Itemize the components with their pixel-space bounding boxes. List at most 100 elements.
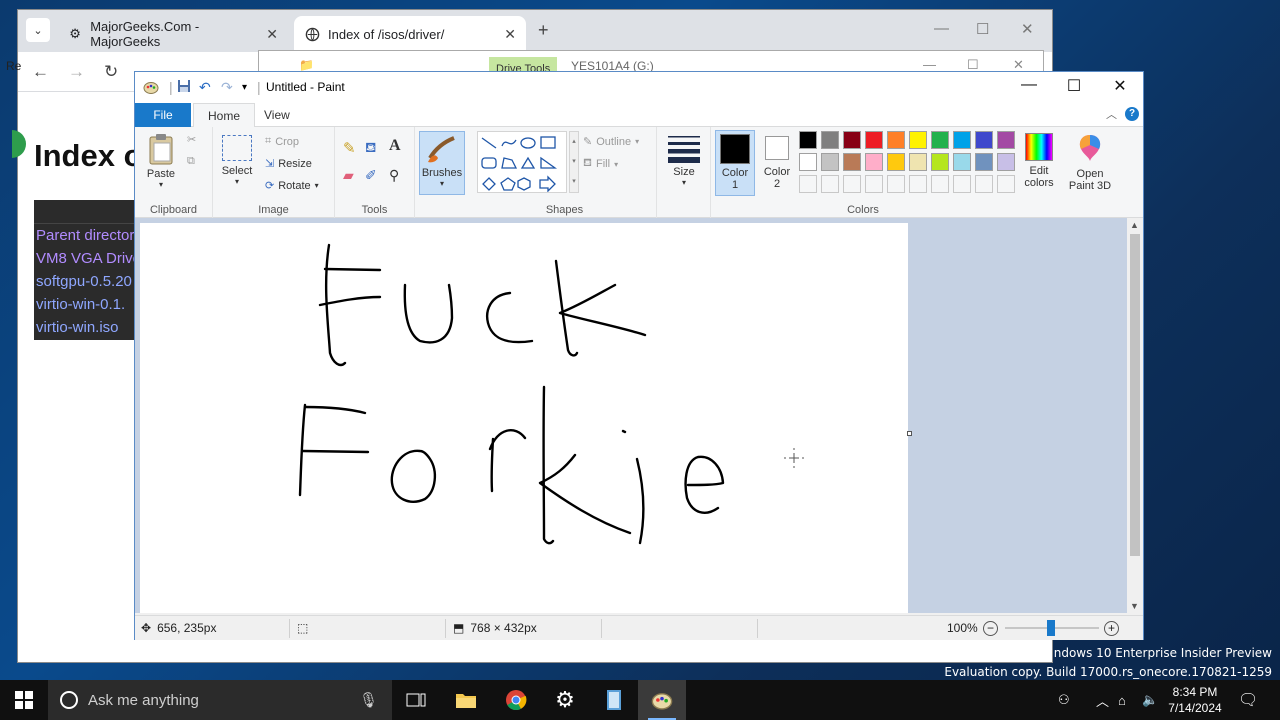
tab-search-chevron-icon[interactable]: ⌄ xyxy=(26,18,50,42)
palette-custom-slot[interactable] xyxy=(953,175,971,193)
collapse-ribbon-icon[interactable]: ︿ xyxy=(1106,106,1117,122)
tab-close-icon[interactable]: ✕ xyxy=(504,26,516,43)
new-tab-button[interactable]: + xyxy=(538,20,549,41)
network-icon[interactable]: ⌂ xyxy=(1118,680,1126,720)
shapes-gallery[interactable] xyxy=(477,131,567,193)
canvas-resize-handle[interactable] xyxy=(907,431,912,436)
tab-close-icon[interactable]: ✕ xyxy=(266,26,278,43)
palette-color-swatch[interactable] xyxy=(865,153,883,171)
palette-color-swatch[interactable] xyxy=(887,153,905,171)
start-button[interactable] xyxy=(0,680,48,720)
palette-color-swatch[interactable] xyxy=(843,153,861,171)
settings-taskbar-button[interactable]: ⚙ xyxy=(541,680,589,720)
listing-link[interactable]: Parent directory/ xyxy=(34,224,144,247)
customize-quick-access-icon[interactable]: ▾ xyxy=(242,82,247,93)
palette-color-swatch[interactable] xyxy=(821,131,839,149)
palette-custom-slot[interactable] xyxy=(843,175,861,193)
palette-color-swatch[interactable] xyxy=(909,153,927,171)
volume-muted-icon[interactable]: 🔈 xyxy=(1142,680,1158,720)
browser-maximize-icon[interactable]: ☐ xyxy=(976,20,989,38)
palette-color-swatch[interactable] xyxy=(887,131,905,149)
browser-minimize-icon[interactable]: — xyxy=(934,20,949,37)
shapes-scroll-icon[interactable]: ▴ ▾ ▾ xyxy=(569,131,579,193)
palette-custom-slot[interactable] xyxy=(909,175,927,193)
chrome-taskbar-button[interactable] xyxy=(492,680,540,720)
palette-custom-slot[interactable] xyxy=(887,175,905,193)
palette-color-swatch[interactable] xyxy=(909,131,927,149)
palette-color-swatch[interactable] xyxy=(931,131,949,149)
palette-color-swatch[interactable] xyxy=(953,131,971,149)
rotate-button[interactable]: ⟳ Rotate ▾ xyxy=(265,179,319,193)
listing-link[interactable]: virtio-win.iso xyxy=(34,316,144,339)
outline-button[interactable]: ✎ Outline ▾ xyxy=(583,135,639,149)
listing-link[interactable]: virtio-win-0.1. xyxy=(34,293,144,316)
action-center-icon[interactable]: 🗨 xyxy=(1238,680,1258,720)
fill-bucket-icon[interactable]: ⛾ xyxy=(365,139,376,158)
listing-link[interactable]: VM8 VGA Driver xyxy=(34,247,144,270)
palette-custom-slot[interactable] xyxy=(931,175,949,193)
browser-tab-majorgeeks[interactable]: ⚙ MajorGeeks.Com - MajorGeeks ✕ xyxy=(58,16,288,52)
size-button[interactable]: Size ▾ xyxy=(663,133,705,187)
pencil-icon[interactable]: ✎ xyxy=(343,139,356,157)
palette-custom-slot[interactable] xyxy=(799,175,817,193)
resize-button[interactable]: ⇲ Resize xyxy=(265,157,312,171)
palette-color-swatch[interactable] xyxy=(865,131,883,149)
crop-button[interactable]: ⌗ Crop xyxy=(265,135,299,148)
browser-close-icon[interactable]: ✕ xyxy=(1021,20,1034,38)
microphone-icon[interactable]: 🎙 xyxy=(359,691,378,709)
color1-button[interactable]: Color 1 xyxy=(715,130,755,196)
select-dropdown-icon[interactable]: ▾ xyxy=(219,177,255,186)
undo-icon[interactable]: ↶ xyxy=(199,79,211,96)
palette-custom-slot[interactable] xyxy=(865,175,883,193)
save-icon[interactable] xyxy=(177,79,191,96)
palette-color-swatch[interactable] xyxy=(975,131,993,149)
palette-color-swatch[interactable] xyxy=(821,153,839,171)
help-icon[interactable]: ? xyxy=(1125,107,1139,121)
paint-minimize-icon[interactable]: — xyxy=(1006,76,1052,94)
paint-taskbar-button[interactable] xyxy=(638,680,686,720)
cut-icon[interactable]: ✂ xyxy=(187,133,196,146)
people-icon[interactable]: ⚇ xyxy=(1058,680,1070,720)
system-clock[interactable]: 8:34 PM 7/14/2024 xyxy=(1162,684,1228,716)
explorer-minimize-icon[interactable]: — xyxy=(923,57,936,72)
palette-color-swatch[interactable] xyxy=(799,153,817,171)
fill-button[interactable]: ⛾ Fill ▾ xyxy=(583,157,618,171)
file-explorer-taskbar-button[interactable] xyxy=(442,680,490,720)
paste-dropdown-icon[interactable]: ▾ xyxy=(143,180,179,189)
open-paint3d-button[interactable]: Open Paint 3D xyxy=(1065,131,1115,192)
redo-icon[interactable]: ↷ xyxy=(221,79,233,96)
listing-link[interactable]: softgpu-0.5.20 xyxy=(34,270,144,293)
palette-color-swatch[interactable] xyxy=(975,153,993,171)
back-arrow-icon[interactable]: ← xyxy=(32,62,49,82)
magnifier-icon[interactable]: ⚲ xyxy=(389,167,399,184)
paint-maximize-icon[interactable]: ☐ xyxy=(1051,76,1097,96)
paint-app-icon[interactable] xyxy=(143,79,159,98)
reload-icon[interactable]: ↻ xyxy=(104,62,118,82)
vertical-scrollbar[interactable]: ▲ ▼ xyxy=(1127,218,1143,613)
eraser-icon[interactable]: ▰ xyxy=(343,167,354,184)
palette-custom-slot[interactable] xyxy=(997,175,1015,193)
scroll-down-icon[interactable]: ▼ xyxy=(1130,601,1139,611)
palette-color-swatch[interactable] xyxy=(843,131,861,149)
zoom-in-button[interactable]: + xyxy=(1104,621,1119,636)
tab-view[interactable]: View xyxy=(250,103,304,127)
palette-color-swatch[interactable] xyxy=(799,131,817,149)
forward-arrow-icon[interactable]: → xyxy=(68,62,85,82)
scroll-thumb[interactable] xyxy=(1130,234,1140,556)
drawing-canvas[interactable] xyxy=(140,223,908,613)
tab-home[interactable]: Home xyxy=(193,103,256,127)
paint-close-icon[interactable]: ✕ xyxy=(1097,76,1143,96)
tab-file[interactable]: File xyxy=(135,103,191,127)
show-hidden-icons-chevron-icon[interactable]: ︿ xyxy=(1096,680,1109,720)
color2-button[interactable]: Color 2 xyxy=(759,130,795,196)
palette-color-swatch[interactable] xyxy=(953,153,971,171)
select-button[interactable]: Select ▾ xyxy=(219,133,255,186)
notes-taskbar-button[interactable] xyxy=(590,680,638,720)
palette-color-swatch[interactable] xyxy=(997,131,1015,149)
copy-icon[interactable]: ⧉ xyxy=(187,155,195,168)
scroll-up-icon[interactable]: ▲ xyxy=(1130,220,1139,230)
palette-custom-slot[interactable] xyxy=(975,175,993,193)
palette-custom-slot[interactable] xyxy=(821,175,839,193)
task-view-button[interactable] xyxy=(392,680,440,720)
palette-color-swatch[interactable] xyxy=(931,153,949,171)
